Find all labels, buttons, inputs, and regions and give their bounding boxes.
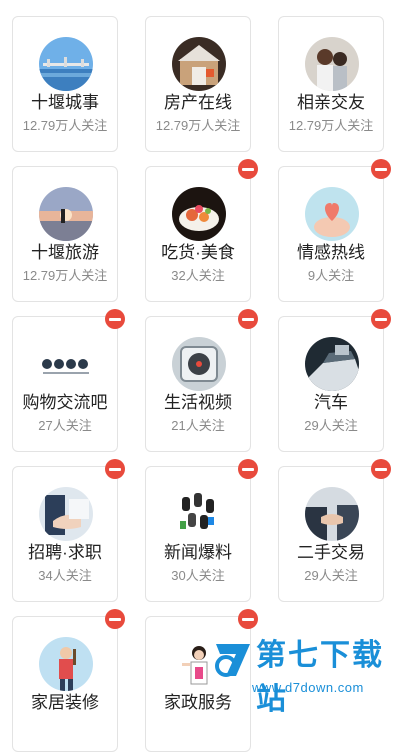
shopping-logo-icon [39, 337, 93, 391]
remove-badge[interactable] [105, 309, 125, 329]
handshake-photo-icon [39, 487, 93, 541]
follower-count: 9人关注 [307, 268, 355, 283]
bridge-photo-icon [39, 37, 93, 91]
follower-count: 27人关注 [38, 418, 92, 433]
beach-runner-photo-icon [39, 187, 93, 241]
channel-name: 购物交流吧 [22, 393, 108, 412]
channel-card[interactable]: 二手交易 29人关注 [278, 459, 391, 602]
remove-badge[interactable] [105, 459, 125, 479]
microphones-photo-icon [172, 487, 226, 541]
remove-badge[interactable] [371, 459, 391, 479]
channel-card[interactable]: 招聘·求职 34人关注 [12, 459, 125, 602]
watermark-url: www.d7down.com [252, 680, 364, 695]
channel-name: 相亲交友 [297, 93, 365, 112]
food-photo-icon [172, 187, 226, 241]
follower-count: 32人关注 [171, 268, 225, 283]
channel-card[interactable]: 情感热线 9人关注 [278, 159, 391, 302]
d7-logo-icon [210, 636, 256, 682]
channel-card[interactable]: 房产在线 12.79万人关注 [145, 16, 251, 152]
channel-name: 十堰旅游 [31, 243, 99, 262]
remove-badge[interactable] [371, 159, 391, 179]
channel-name: 二手交易 [297, 543, 365, 562]
remove-badge[interactable] [238, 309, 258, 329]
remove-badge[interactable] [105, 609, 125, 629]
painter-photo-icon [39, 637, 93, 691]
follower-count: 30人关注 [171, 568, 225, 583]
house-model-photo-icon [172, 37, 226, 91]
channel-name: 生活视频 [164, 393, 232, 412]
channel-card[interactable]: 家居装修 [12, 609, 125, 752]
video-disc-icon [172, 337, 226, 391]
follower-count: 12.79万人关注 [288, 118, 374, 133]
channel-name: 情感热线 [297, 243, 365, 262]
channel-name: 新闻爆料 [164, 543, 232, 562]
remove-badge[interactable] [238, 609, 258, 629]
channel-card[interactable]: 汽车 29人关注 [278, 309, 391, 452]
remove-badge[interactable] [238, 459, 258, 479]
channel-name: 招聘·求职 [28, 543, 102, 562]
channel-name: 吃货·美食 [161, 243, 235, 262]
channel-card[interactable]: 相亲交友 12.79万人关注 [278, 16, 384, 152]
follower-count: 12.79万人关注 [155, 118, 241, 133]
watermark: 第七下载站 www.d7down.com [200, 634, 400, 716]
follower-count: 21人关注 [171, 418, 225, 433]
watermark-title: 第七下载站 [256, 639, 384, 716]
channel-card[interactable]: 生活视频 21人关注 [145, 309, 258, 452]
channel-card[interactable]: 吃货·美食 32人关注 [145, 159, 258, 302]
heart-hands-photo-icon [305, 187, 359, 241]
remove-badge[interactable] [371, 309, 391, 329]
couple-photo-icon [305, 37, 359, 91]
car-photo-icon [305, 337, 359, 391]
channel-grid: 十堰城事 12.79万人关注 房产在线 12.79万人关注 相亲交友 12.79… [0, 0, 400, 752]
channel-name: 十堰城事 [31, 93, 99, 112]
follower-count: 12.79万人关注 [22, 268, 108, 283]
channel-name: 汽车 [314, 393, 348, 412]
channel-name: 房产在线 [164, 93, 232, 112]
remove-badge[interactable] [238, 159, 258, 179]
business-handshake-photo-icon [305, 487, 359, 541]
follower-count: 12.79万人关注 [22, 118, 108, 133]
channel-card[interactable]: 十堰城事 12.79万人关注 [12, 16, 118, 152]
channel-card[interactable]: 十堰旅游 12.79万人关注 [12, 166, 118, 302]
follower-count: 29人关注 [304, 418, 358, 433]
follower-count: 34人关注 [38, 568, 92, 583]
channel-name: 家居装修 [31, 693, 99, 712]
channel-card[interactable]: 购物交流吧 27人关注 [12, 309, 125, 452]
channel-card[interactable]: 新闻爆料 30人关注 [145, 459, 258, 602]
follower-count: 29人关注 [304, 568, 358, 583]
